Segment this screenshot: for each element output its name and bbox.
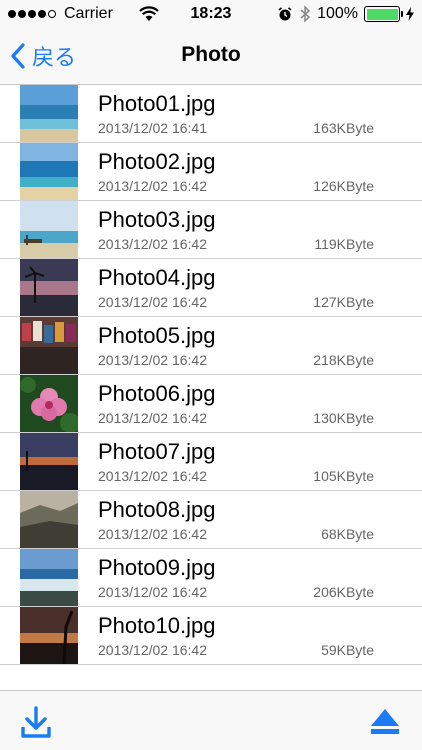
file-size: 163KByte	[313, 120, 374, 136]
charging-bolt-icon	[406, 7, 414, 21]
list-item[interactable]: Photo09.jpg 2013/12/02 16:42 206KByte	[0, 549, 422, 607]
file-name: Photo09.jpg	[98, 555, 216, 580]
list-item[interactable]: Photo04.jpg 2013/12/02 16:42 127KByte	[0, 259, 422, 317]
list-item[interactable]: Photo07.jpg 2013/12/02 16:42 105KByte	[0, 433, 422, 491]
photo-thumbnail-palm-sunset	[20, 259, 78, 316]
file-date: 2013/12/02 16:42	[98, 584, 207, 600]
file-size: 59KByte	[321, 642, 374, 658]
list-item[interactable]: Photo02.jpg 2013/12/02 16:42 126KByte	[0, 143, 422, 201]
file-name: Photo10.jpg	[98, 613, 216, 638]
photo-thumbnail-misty-hills	[20, 491, 78, 548]
file-name: Photo07.jpg	[98, 439, 216, 464]
page-title: Photo	[181, 43, 241, 66]
photo-thumbnail-silhouette-sunset	[20, 607, 78, 664]
navigation-bar: 戻る Photo	[0, 28, 422, 85]
file-size: 206KByte	[313, 584, 374, 600]
bluetooth-icon	[300, 5, 311, 23]
file-date: 2013/12/02 16:42	[98, 410, 207, 426]
photo-thumbnail-waves	[20, 549, 78, 606]
battery-level	[366, 8, 398, 20]
file-name: Photo08.jpg	[98, 497, 216, 522]
list-item[interactable]: Photo01.jpg 2013/12/02 16:41 163KByte	[0, 85, 422, 143]
file-date: 2013/12/02 16:42	[98, 294, 207, 310]
list-item[interactable]: Photo10.jpg 2013/12/02 16:42 59KByte	[0, 607, 422, 665]
file-name: Photo04.jpg	[98, 265, 216, 290]
file-size: 126KByte	[313, 178, 374, 194]
file-name: Photo01.jpg	[98, 91, 216, 116]
list-item[interactable]: Photo03.jpg 2013/12/02 16:42 119KByte	[0, 201, 422, 259]
photo-thumbnail-pier	[20, 201, 78, 258]
file-name: Photo05.jpg	[98, 323, 216, 348]
file-name: Photo03.jpg	[98, 207, 216, 232]
file-size: 130KByte	[313, 410, 374, 426]
status-bar-right: 100%	[277, 5, 414, 23]
list-item[interactable]: Photo05.jpg 2013/12/02 16:42 218KByte	[0, 317, 422, 375]
file-date: 2013/12/02 16:42	[98, 468, 207, 484]
file-date: 2013/12/02 16:42	[98, 642, 207, 658]
file-date: 2013/12/02 16:42	[98, 178, 207, 194]
file-name: Photo06.jpg	[98, 381, 216, 406]
file-size: 218KByte	[313, 352, 374, 368]
file-name: Photo02.jpg	[98, 149, 216, 174]
photo-thumbnail-dusk	[20, 433, 78, 490]
file-size: 127KByte	[313, 294, 374, 310]
alarm-icon	[278, 7, 292, 21]
eject-icon[interactable]	[370, 707, 400, 735]
photo-thumbnail-ocean	[20, 143, 78, 200]
file-size: 105KByte	[313, 468, 374, 484]
photo-thumbnail-beach	[20, 85, 78, 142]
download-icon[interactable]	[20, 705, 52, 739]
list-item[interactable]: Photo08.jpg 2013/12/02 16:42 68KByte	[0, 491, 422, 549]
file-size: 119KByte	[314, 236, 374, 252]
status-bar: Carrier 18:23 100%	[0, 0, 422, 28]
list-item[interactable]: Photo06.jpg 2013/12/02 16:42 130KByte	[0, 375, 422, 433]
battery-icon	[364, 6, 403, 22]
file-date: 2013/12/02 16:41	[98, 120, 207, 136]
photo-list: Photo01.jpg 2013/12/02 16:41 163KByte Ph…	[0, 85, 422, 665]
file-date: 2013/12/02 16:42	[98, 526, 207, 542]
photo-thumbnail-market	[20, 317, 78, 374]
file-size: 68KByte	[321, 526, 374, 542]
photo-thumbnail-hibiscus	[20, 375, 78, 432]
bottom-toolbar	[0, 690, 422, 750]
battery-percent: 100%	[317, 5, 358, 22]
file-date: 2013/12/02 16:42	[98, 236, 207, 252]
file-date: 2013/12/02 16:42	[98, 352, 207, 368]
